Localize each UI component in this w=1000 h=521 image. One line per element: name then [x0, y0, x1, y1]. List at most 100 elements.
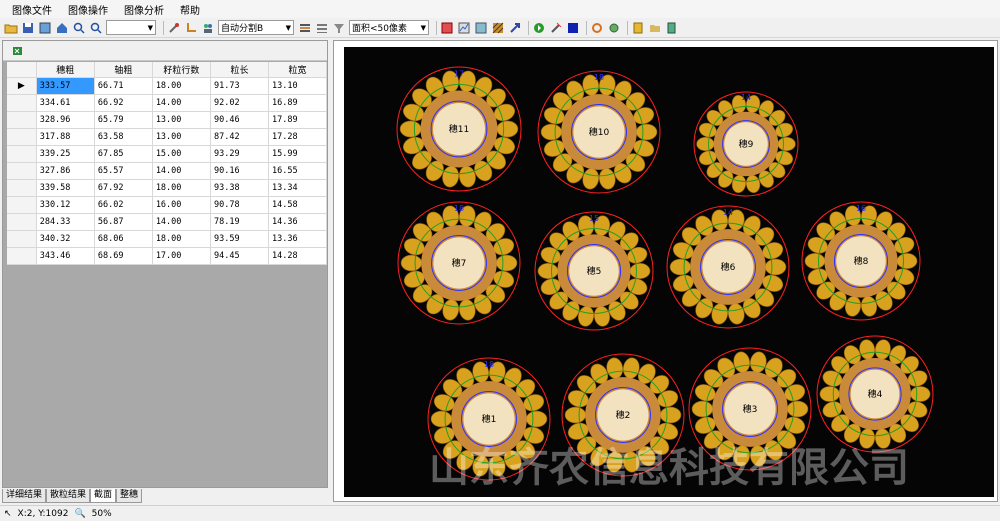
table-cell[interactable]: 56.87	[94, 213, 153, 231]
table-cell[interactable]: 66.92	[94, 94, 153, 112]
table-cell[interactable]: 93.29	[210, 145, 269, 163]
menu-image-ops[interactable]: 图像操作	[60, 2, 116, 17]
table-cell[interactable]: 17.89	[268, 111, 327, 129]
filter-icon[interactable]	[332, 21, 346, 35]
table-cell[interactable]: 13.36	[268, 230, 327, 248]
row-header[interactable]	[7, 111, 37, 129]
column-header[interactable]: 穗粗	[36, 62, 95, 78]
image-viewer[interactable]: 穗11 17 穗10 18 穗9 14 穗7 18 穗5 15 穗6 14 穗8 16 穗1 18 穗2 穗3 穗4…	[333, 40, 998, 502]
table-cell[interactable]: 87.42	[210, 128, 269, 146]
table-cell[interactable]: 91.73	[210, 77, 269, 95]
table-cell[interactable]: 16.00	[152, 196, 212, 214]
table-cell[interactable]: 340.32	[36, 230, 95, 248]
refresh-icon[interactable]	[590, 21, 604, 35]
image-icon[interactable]	[38, 21, 52, 35]
column-header[interactable]: 籽粒行数	[152, 62, 212, 78]
save-icon[interactable]	[21, 21, 35, 35]
column-header[interactable]: 轴粗	[94, 62, 153, 78]
table-cell[interactable]: 339.25	[36, 145, 95, 163]
column-header[interactable]: 粒宽	[268, 62, 327, 78]
chart-icon[interactable]	[457, 21, 471, 35]
table-cell[interactable]: 18.00	[152, 230, 212, 248]
table-cell[interactable]: 68.69	[94, 247, 153, 265]
table-cell[interactable]: 67.85	[94, 145, 153, 163]
export-excel-icon[interactable]	[11, 44, 25, 58]
row-header[interactable]: ▶	[7, 77, 37, 95]
column-header[interactable]: 粒长	[210, 62, 269, 78]
tab-kernel-results[interactable]: 散粒结果	[46, 489, 91, 503]
table-row[interactable]: ▶ 333.57 66.71 18.00 91.73 13.10	[7, 77, 327, 95]
table-cell[interactable]: 333.57	[36, 77, 95, 95]
folder-icon[interactable]	[648, 21, 662, 35]
crop-icon[interactable]	[184, 21, 198, 35]
table-cell[interactable]: 13.00	[152, 128, 212, 146]
table-row[interactable]: 327.86 65.57 14.00 90.16 16.55	[7, 162, 327, 180]
table-row[interactable]: 343.46 68.69 17.00 94.45 14.28	[7, 247, 327, 265]
table-cell[interactable]: 339.58	[36, 179, 95, 197]
open-folder-icon[interactable]	[4, 21, 18, 35]
tab-whole-ear[interactable]: 整穗	[116, 489, 143, 503]
calculator-icon[interactable]	[440, 21, 454, 35]
table-cell[interactable]: 90.78	[210, 196, 269, 214]
table-cell[interactable]: 14.36	[268, 213, 327, 231]
table-row[interactable]: 340.32 68.06 18.00 93.59 13.36	[7, 230, 327, 248]
table-cell[interactable]: 93.38	[210, 179, 269, 197]
table-cell[interactable]: 18.00	[152, 179, 212, 197]
table-cell[interactable]: 18.00	[152, 77, 212, 95]
table-cell[interactable]: 14.28	[268, 247, 327, 265]
table-cell[interactable]: 14.00	[152, 94, 212, 112]
row-header[interactable]	[7, 94, 37, 112]
export-icon[interactable]	[508, 21, 522, 35]
table-row[interactable]: 330.12 66.02 16.00 90.78 14.58	[7, 196, 327, 214]
table-cell[interactable]: 14.58	[268, 196, 327, 214]
area-filter-select[interactable]: 面积<50像素 ▼	[349, 20, 429, 35]
table-cell[interactable]: 93.59	[210, 230, 269, 248]
tab-detail-results[interactable]: 详细结果	[2, 489, 47, 503]
table-cell[interactable]: 14.00	[152, 213, 212, 231]
zoom-in-icon[interactable]	[72, 21, 86, 35]
table-row[interactable]: 317.88 63.58 13.00 87.42 17.28	[7, 128, 327, 146]
table-cell[interactable]: 90.46	[210, 111, 269, 129]
table-cell[interactable]: 90.16	[210, 162, 269, 180]
table-row[interactable]: 339.25 67.85 15.00 93.29 15.99	[7, 145, 327, 163]
table-cell[interactable]: 78.19	[210, 213, 269, 231]
table-cell[interactable]: 16.55	[268, 162, 327, 180]
row-header[interactable]	[7, 179, 37, 197]
lines-icon[interactable]	[315, 21, 329, 35]
table-cell[interactable]: 317.88	[36, 128, 95, 146]
table-cell[interactable]: 284.33	[36, 213, 95, 231]
table-cell[interactable]: 17.28	[268, 128, 327, 146]
stop-icon[interactable]	[566, 21, 580, 35]
table-row[interactable]: 328.96 65.79 13.00 90.46 17.89	[7, 111, 327, 129]
segmentation-select[interactable]: 自动分割B ▼	[218, 20, 294, 35]
process-icon[interactable]	[549, 21, 563, 35]
table-cell[interactable]: 330.12	[36, 196, 95, 214]
rows-icon[interactable]	[298, 21, 312, 35]
table-cell[interactable]: 63.58	[94, 128, 153, 146]
table-cell[interactable]: 14.00	[152, 162, 212, 180]
home-icon[interactable]	[55, 21, 69, 35]
table-cell[interactable]: 66.71	[94, 77, 153, 95]
table-cell[interactable]: 13.00	[152, 111, 212, 129]
table-cell[interactable]: 17.00	[152, 247, 212, 265]
row-header[interactable]	[7, 230, 37, 248]
row-header[interactable]	[7, 247, 37, 265]
table-cell[interactable]: 343.46	[36, 247, 95, 265]
settings-icon[interactable]	[607, 21, 621, 35]
people-icon[interactable]	[201, 21, 215, 35]
zoom-out-icon[interactable]	[89, 21, 103, 35]
row-header[interactable]	[7, 213, 37, 231]
view-select[interactable]: ▼	[106, 20, 156, 35]
row-header[interactable]	[7, 196, 37, 214]
corn-cross-section-image[interactable]: 穗11 17 穗10 18 穗9 14 穗7 18 穗5 15 穗6 14 穗8 16 穗1 18 穗2 穗3 穗4…	[334, 41, 997, 501]
picture-icon[interactable]	[474, 21, 488, 35]
table-cell[interactable]: 15.99	[268, 145, 327, 163]
table-row[interactable]: 339.58 67.92 18.00 93.38 13.34	[7, 179, 327, 197]
menu-help[interactable]: 帮助	[172, 2, 208, 17]
table-cell[interactable]: 328.96	[36, 111, 95, 129]
table-cell[interactable]: 13.10	[268, 77, 327, 95]
table-cell[interactable]: 68.06	[94, 230, 153, 248]
pattern-icon[interactable]	[491, 21, 505, 35]
table-cell[interactable]: 16.89	[268, 94, 327, 112]
table-row[interactable]: 284.33 56.87 14.00 78.19 14.36	[7, 213, 327, 231]
